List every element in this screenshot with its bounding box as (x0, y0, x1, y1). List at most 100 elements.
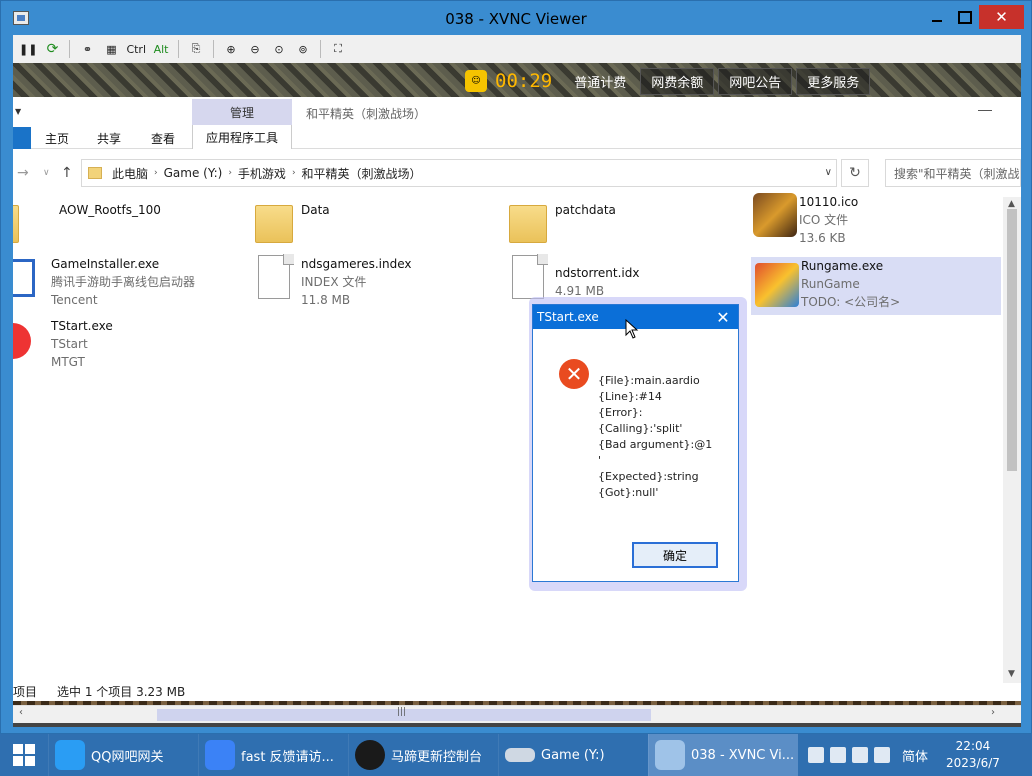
file-company: Tencent (51, 293, 98, 307)
keyboard-icon[interactable]: ▦ (102, 39, 120, 59)
window-app-icon (13, 255, 51, 299)
cafe-billing-mode[interactable]: 普通计费 (564, 69, 636, 94)
quick-access-dropdown-icon[interactable]: ▼ (15, 107, 21, 116)
chevron-right-icon[interactable]: › (228, 168, 232, 178)
breadcrumb-this-pc[interactable]: 此电脑 (112, 165, 148, 182)
tab-view[interactable]: 查看 (151, 127, 175, 149)
cafe-controls: ☺ 00:29 普通计费 网费余额 网吧公告 更多服务 (465, 67, 871, 95)
file-name: Data (301, 203, 330, 217)
file-type: ICO 文件 (799, 213, 849, 227)
recent-dropdown-icon[interactable]: ∨ (43, 168, 50, 178)
tab-share[interactable]: 共享 (97, 127, 121, 149)
zoom-out-icon[interactable]: ⊖ (246, 39, 264, 59)
file-item-patchdata[interactable]: patchdata (509, 201, 739, 259)
close-button[interactable]: ✕ (979, 5, 1024, 29)
chevron-right-icon[interactable]: › (292, 168, 296, 178)
cafe-more-button[interactable]: 更多服务 (796, 67, 871, 95)
ok-button[interactable]: 确定 (632, 542, 718, 568)
minimize-button[interactable] (923, 5, 951, 29)
cad-icon[interactable]: ⚭ (78, 39, 96, 59)
pause-icon[interactable]: ❚❚ (19, 39, 37, 59)
status-item-count: 项目 (13, 685, 38, 699)
file-type: INDEX 文件 (301, 275, 367, 289)
refresh-button[interactable]: ↻ (841, 159, 869, 187)
tab-file[interactable] (13, 127, 31, 149)
task-game-drive[interactable]: Game (Y:) (498, 734, 648, 776)
tray-app-icon[interactable] (808, 747, 824, 763)
cafe-logo-icon: ☺ (465, 70, 487, 92)
horizontal-scrollbar[interactable]: ‹ ||| › (13, 705, 1021, 723)
cafe-bar: ☺ 00:29 普通计费 网费余额 网吧公告 更多服务 (13, 63, 1021, 97)
address-bar[interactable]: 此电脑 › Game (Y:) › 手机游戏 › 和平精英（刺激战场） ∨ (81, 159, 837, 187)
context-tab-manage[interactable]: 管理 (192, 99, 292, 125)
scroll-up-icon[interactable]: ▲ (1008, 199, 1015, 209)
error-line: {Bad argument}:@1 (598, 438, 713, 451)
clipboard-icon[interactable]: ⎘ (187, 39, 205, 59)
folder-icon (88, 167, 102, 179)
network-icon[interactable] (874, 747, 890, 763)
clock[interactable]: 22:04 2023/6/7 (946, 738, 1000, 772)
zoom-in-icon[interactable]: ⊕ (222, 39, 240, 59)
up-arrow-icon[interactable]: ↑ (61, 165, 73, 181)
file-item-aow-rootfs[interactable]: AOW_Rootfs_100 (13, 201, 243, 259)
status-selection: 选中 1 个项目 3.23 MB (57, 685, 186, 699)
forward-arrow-icon[interactable]: → (17, 165, 29, 181)
file-item-gameinstaller[interactable]: GameInstaller.exe 腾讯手游助手离线包启动器 Tencent (13, 255, 243, 313)
zoom-fit-icon[interactable]: ⊚ (294, 39, 312, 59)
volume-muted-icon[interactable] (852, 747, 868, 763)
taskbar: QQ网吧网关 fast 反馈请访... 马蹄更新控制台 Game (Y:) 03… (0, 734, 1032, 776)
breadcrumb-drive[interactable]: Game (Y:) (164, 166, 223, 180)
error-line: {Line}:#14 (598, 390, 662, 403)
task-label: Game (Y:) (541, 747, 605, 763)
scroll-right-icon[interactable]: › (991, 707, 995, 718)
error-dialog: TStart.exe ✕ ✕ {File}:main.aardio {Line}… (532, 304, 739, 582)
ime-indicator[interactable]: 简体 (902, 746, 928, 765)
tray-cafe-icon[interactable] (830, 747, 846, 763)
explorer-minimize-button[interactable] (978, 101, 992, 111)
file-name: TStart.exe (51, 319, 113, 333)
file-name: ndsgameres.index (301, 257, 412, 271)
vnc-titlebar[interactable]: 038 - XVNC Viewer ✕ (1, 1, 1031, 35)
vertical-scrollbar[interactable]: ▲ ▼ (1003, 197, 1021, 683)
dialog-close-button[interactable]: ✕ (708, 305, 738, 329)
task-xvnc-viewer[interactable]: 038 - XVNC Vi... (648, 734, 798, 776)
task-update-console[interactable]: 马蹄更新控制台 (348, 734, 498, 776)
fullscreen-icon[interactable]: ⛶ (329, 39, 347, 59)
vertical-scroll-thumb[interactable] (1007, 209, 1017, 471)
chevron-down-icon[interactable]: ∨ (825, 167, 832, 178)
file-item-10110-ico[interactable]: 10110.ico ICO 文件 13.6 KB (753, 193, 1001, 251)
search-input[interactable]: 搜索"和平精英（刺激战场）" (885, 159, 1021, 187)
refresh-icon[interactable]: ⟳ (43, 39, 61, 59)
alt-key-button[interactable]: Alt (152, 39, 170, 59)
ctrl-key-button[interactable]: Ctrl (126, 39, 146, 59)
cafe-balance-button[interactable]: 网费余额 (640, 67, 715, 95)
tab-home[interactable]: 主页 (45, 127, 69, 149)
file-item-ndsgameres[interactable]: ndsgameres.index INDEX 文件 11.8 MB (255, 255, 485, 313)
error-line: {Calling}:'split' (598, 422, 683, 435)
document-icon (509, 255, 547, 299)
toolbar-divider (69, 40, 71, 58)
m-logo-icon (355, 740, 385, 770)
breadcrumb-current-folder[interactable]: 和平精英（刺激战场） (302, 165, 422, 182)
zoom-100-icon[interactable]: ⊙ (270, 39, 288, 59)
chevron-right-icon[interactable]: › (154, 168, 158, 178)
maximize-button[interactable] (952, 5, 978, 29)
file-size: 11.8 MB (301, 293, 351, 307)
cafe-notice-button[interactable]: 网吧公告 (718, 67, 793, 95)
file-item-data[interactable]: Data (255, 201, 485, 259)
file-item-tstart[interactable]: TStart.exe TStart MTGT (13, 317, 243, 375)
breadcrumb-mobile-games[interactable]: 手机游戏 (238, 165, 286, 182)
file-company: MTGT (51, 355, 85, 369)
rungame-app-icon (755, 263, 799, 307)
file-name: ndstorrent.idx (555, 266, 640, 280)
task-qq-cafe[interactable]: QQ网吧网关 (48, 734, 198, 776)
remote-desktop[interactable]: ☺ 00:29 普通计费 网费余额 网吧公告 更多服务 ▼ 管理 和平精英（刺激… (13, 63, 1021, 727)
task-fast-feedback[interactable]: fast 反馈请访... (198, 734, 348, 776)
file-description: TStart (51, 337, 88, 351)
error-line: {File}:main.aardio (598, 374, 700, 387)
scroll-down-icon[interactable]: ▼ (1008, 669, 1015, 679)
start-button[interactable] (0, 734, 48, 776)
scroll-left-icon[interactable]: ‹ (19, 707, 23, 718)
file-item-rungame[interactable]: Rungame.exe RunGame TODO: <公司名> (751, 257, 1001, 315)
tab-app-tools[interactable]: 应用程序工具 (192, 125, 292, 149)
